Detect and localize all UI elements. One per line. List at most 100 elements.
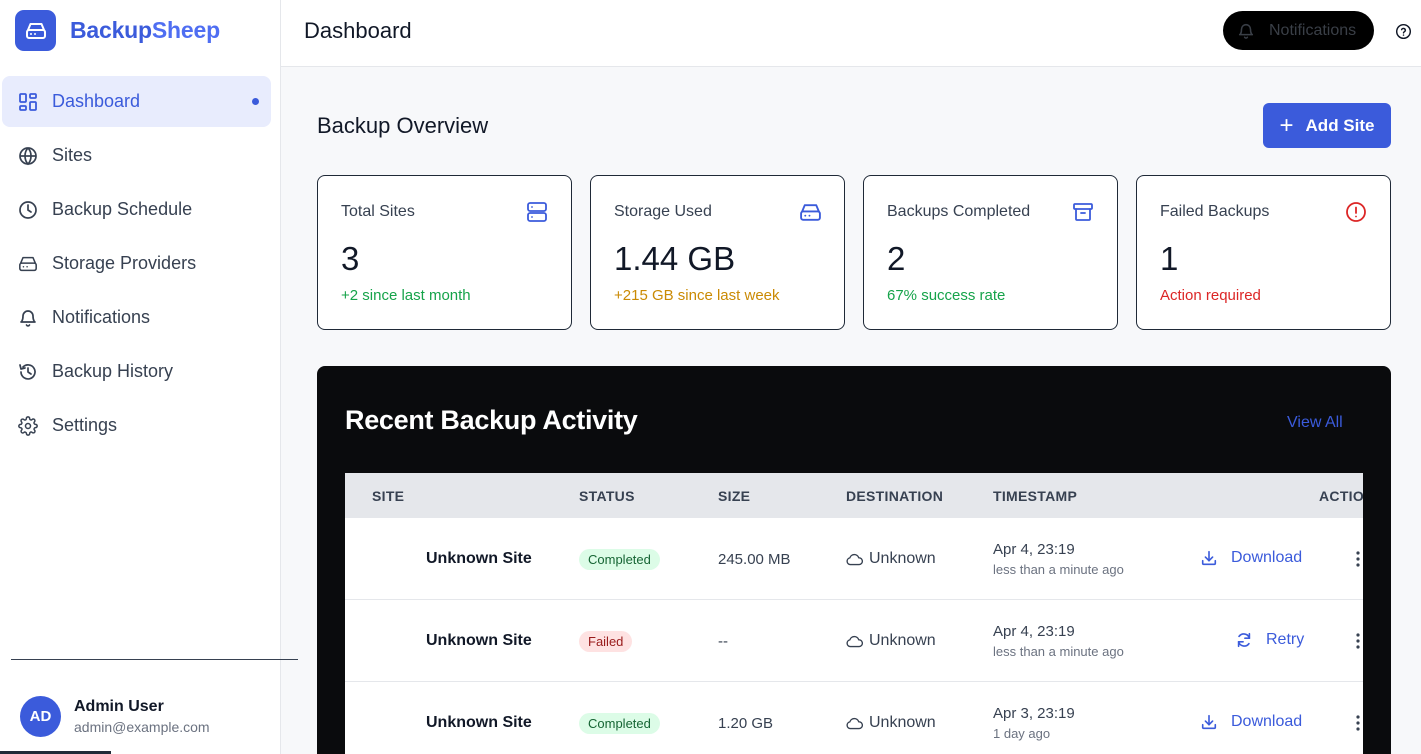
hard-drive-icon xyxy=(18,254,38,274)
stat-card-backups-completed: Backups Completed 2 67% success rate xyxy=(863,175,1118,330)
row-size: -- xyxy=(718,633,728,650)
download-button[interactable]: Download xyxy=(1200,549,1302,567)
sidebar-item-storage-providers[interactable]: Storage Providers xyxy=(2,238,271,289)
sidebar-item-backup-schedule[interactable]: Backup Schedule xyxy=(2,184,271,235)
brand-name-part2: Sheep xyxy=(151,17,220,43)
table-row: Unknown Site Completed 1.20 GB Unknown A… xyxy=(345,682,1363,754)
dashboard-icon xyxy=(18,92,38,112)
sidebar-item-label: Storage Providers xyxy=(52,253,197,273)
column-header-site[interactable]: SITE xyxy=(372,488,404,504)
sidebar-item-settings[interactable]: Settings xyxy=(2,400,271,451)
section-title: Backup Overview xyxy=(317,113,489,138)
timestamp-absolute: Apr 3, 23:19 xyxy=(993,705,1075,722)
clock-icon xyxy=(18,200,38,220)
more-vertical-icon[interactable] xyxy=(1353,549,1363,569)
stat-card-subtext: +2 since last month xyxy=(341,287,471,304)
add-site-label: Add Site xyxy=(1305,115,1375,135)
sidebar-item-label: Dashboard xyxy=(52,91,141,111)
row-destination: Unknown xyxy=(846,714,936,732)
sidebar-item-label: Sites xyxy=(52,145,93,165)
row-timestamp: Apr 4, 23:19 less than a minute ago xyxy=(993,541,1124,577)
sidebar-item-label: Notifications xyxy=(52,307,151,327)
sidebar-nav: Dashboard Sites Backup Schedule Storage … xyxy=(2,76,271,454)
brand[interactable]: BackupSheep xyxy=(15,10,220,51)
row-destination-label: Unknown xyxy=(869,714,936,731)
brand-name: BackupSheep xyxy=(70,17,220,44)
notifications-button-label: Notifications xyxy=(1269,21,1357,39)
plus-icon: + xyxy=(1279,111,1294,139)
download-button[interactable]: Download xyxy=(1200,713,1302,731)
sidebar-item-backup-history[interactable]: Backup History xyxy=(2,346,271,397)
stat-card-title: Failed Backups xyxy=(1160,203,1270,220)
bell-icon xyxy=(18,308,38,328)
top-header: Dashboard Notifications xyxy=(281,0,1421,67)
status-badge: Failed xyxy=(579,631,633,652)
row-timestamp: Apr 4, 23:19 less than a minute ago xyxy=(993,623,1124,659)
sidebar-item-notifications[interactable]: Notifications xyxy=(2,292,271,343)
column-header-size[interactable]: SIZE xyxy=(718,488,750,504)
timestamp-relative: less than a minute ago xyxy=(993,562,1124,577)
add-site-button[interactable]: + Add Site xyxy=(1263,103,1391,148)
column-header-destination[interactable]: DESTINATION xyxy=(846,488,943,504)
activity-title: Recent Backup Activity xyxy=(345,405,638,435)
more-vertical-icon[interactable] xyxy=(1353,713,1363,733)
more-vertical-icon[interactable] xyxy=(1353,631,1363,651)
brand-name-part1: Backup xyxy=(70,17,152,43)
cloud-icon xyxy=(846,717,863,730)
timestamp-relative: 1 day ago xyxy=(993,726,1051,741)
sidebar-item-label: Settings xyxy=(52,415,118,435)
row-size: 1.20 GB xyxy=(718,715,774,732)
page-title: Dashboard xyxy=(304,18,412,43)
download-label: Download xyxy=(1231,549,1303,566)
history-icon xyxy=(18,362,38,382)
view-all-link[interactable]: View All xyxy=(1287,414,1343,432)
sidebar-item-dashboard[interactable]: Dashboard xyxy=(2,76,271,127)
stat-card-title: Backups Completed xyxy=(887,203,1031,220)
user-name: Admin User xyxy=(74,698,164,715)
hard-drive-icon xyxy=(798,200,822,224)
globe-icon xyxy=(18,146,38,166)
gear-icon xyxy=(18,415,38,436)
bell-icon xyxy=(1237,22,1255,40)
active-indicator-dot xyxy=(252,98,259,105)
column-header-timestamp[interactable]: TIMESTAMP xyxy=(993,488,1077,504)
stat-card-value: 3 xyxy=(341,240,360,277)
stat-card-value: 2 xyxy=(887,240,906,277)
stat-card-subtext: Action required xyxy=(1160,287,1261,304)
status-badge: Completed xyxy=(579,713,660,734)
stat-card-subtext: 67% success rate xyxy=(887,287,1006,304)
sidebar-divider xyxy=(11,659,298,660)
column-header-actions: ACTIONS xyxy=(1319,488,1363,504)
cloud-icon xyxy=(846,635,863,648)
sidebar-item-sites[interactable]: Sites xyxy=(2,130,271,181)
stat-card-title: Total Sites xyxy=(341,203,415,220)
user-email: admin@example.com xyxy=(74,719,210,735)
stat-card-subtext: +215 GB since last week xyxy=(614,287,780,304)
stat-card-value: 1 xyxy=(1160,240,1179,277)
stat-card-total-sites: Total Sites 3 +2 since last month xyxy=(317,175,572,330)
table-row: Unknown Site Failed -- Unknown Apr 4, 23… xyxy=(345,600,1363,682)
notifications-button[interactable]: Notifications xyxy=(1223,11,1374,50)
sidebar-item-label: Backup Schedule xyxy=(52,199,193,219)
stat-card-storage-used: Storage Used 1.44 GB +215 GB since last … xyxy=(590,175,845,330)
archive-icon xyxy=(1071,200,1095,224)
row-timestamp: Apr 3, 23:19 1 day ago xyxy=(993,705,1075,741)
refresh-icon xyxy=(1235,631,1253,649)
column-header-status[interactable]: STATUS xyxy=(579,488,635,504)
status-badge: Completed xyxy=(579,549,660,570)
alert-circle-icon xyxy=(1344,200,1368,224)
row-site: Unknown Site xyxy=(426,550,532,567)
stat-card-failed-backups: Failed Backups 1 Action required xyxy=(1136,175,1391,330)
hard-drive-logo-icon xyxy=(15,10,56,51)
sidebar-item-label: Backup History xyxy=(52,361,174,381)
row-site: Unknown Site xyxy=(426,714,532,731)
timestamp-relative: less than a minute ago xyxy=(993,644,1124,659)
retry-button[interactable]: Retry xyxy=(1235,631,1304,649)
timestamp-absolute: Apr 4, 23:19 xyxy=(993,541,1075,558)
avatar: AD xyxy=(20,696,61,737)
user-profile[interactable]: AD Admin User admin@example.com xyxy=(20,696,210,737)
help-icon[interactable] xyxy=(1393,21,1413,41)
download-icon xyxy=(1200,713,1218,731)
retry-label: Retry xyxy=(1266,631,1305,648)
row-destination: Unknown xyxy=(846,550,936,568)
